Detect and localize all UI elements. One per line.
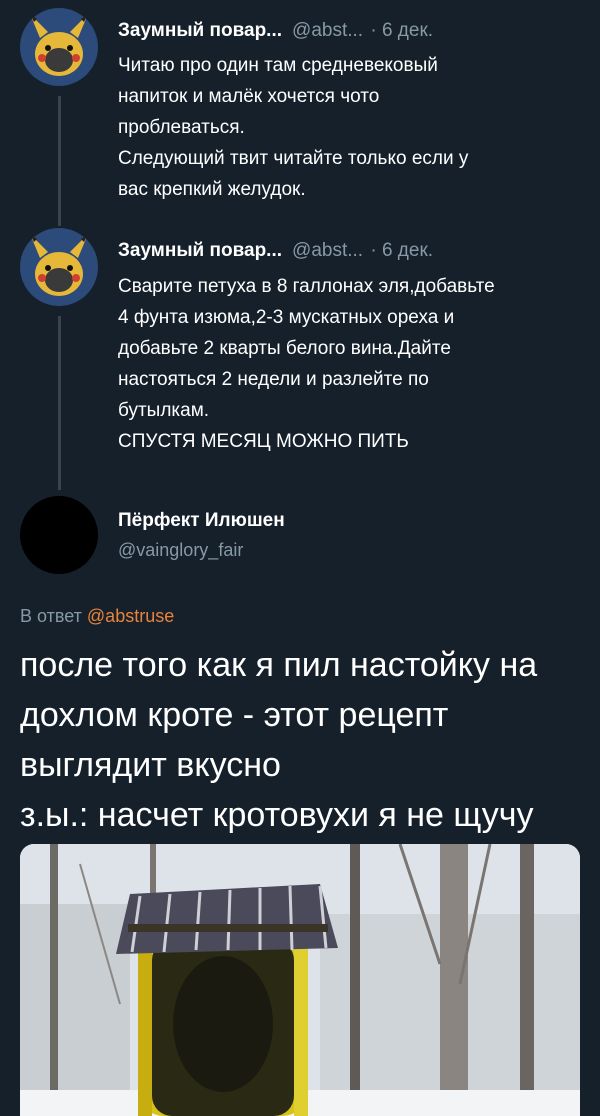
tweet-date[interactable]: · 6 дек. [370, 240, 433, 261]
tweet-line: проблеваться. [118, 117, 245, 138]
author-handle[interactable]: @abst... [292, 240, 363, 261]
tweet-line: напиток и малёк хочется чото [118, 86, 380, 107]
tweet-date[interactable]: · 6 дек. [370, 20, 433, 41]
reply-context: В ответ @abstruse [20, 606, 174, 627]
thread-line [58, 96, 61, 226]
tweet-line: СПУСТЯ МЕСЯЦ МОЖНО ПИТЬ [118, 431, 409, 452]
jar-photo[interactable] [20, 844, 580, 1116]
tweet-line: настояться 2 недели и разлейте по [118, 369, 429, 390]
tweet-line: Читаю про один там средневековый [118, 55, 438, 76]
tweet-line: добавьте 2 кварты белого вина.Дайте [118, 338, 451, 359]
tweet-line: 4 фунта изюма,2-3 мускатных ореха и [118, 307, 455, 328]
tweet-header: Заумный повар... @abst... · 6 дек. [118, 20, 433, 42]
author-name[interactable]: Заумный повар... [118, 20, 282, 41]
reply-line: дохлом кроте - этот рецепт [20, 696, 449, 734]
tweet-header: Заумный повар... @abst... · 6 дек. [118, 240, 433, 262]
tweet-text: Читаю про один там средневековый напиток… [118, 50, 578, 205]
tweet-line: Сварите петуха в 8 галлонах эля,добавьте [118, 276, 495, 297]
user-avatar[interactable] [20, 496, 98, 574]
reply-text: после того как я пил настойку на дохлом … [20, 640, 590, 840]
author-handle[interactable]: @abst... [292, 20, 363, 41]
reply-to-link[interactable]: @abstruse [87, 606, 174, 626]
reply-line: з.ы.: насчет кротовухи я не щучу [20, 796, 534, 834]
jar-image [20, 844, 580, 1116]
author-handle[interactable]: @vainglory_fair [118, 540, 243, 561]
reply-line: выглядит вкусно [20, 746, 281, 784]
tweet-text: Сварите петуха в 8 галлонах эля,добавьте… [118, 271, 578, 457]
thread-line [58, 316, 61, 490]
pikachu-avatar[interactable] [20, 228, 98, 306]
reply-line: после того как я пил настойку на [20, 646, 538, 684]
pikachu-avatar[interactable] [20, 8, 98, 86]
tweet-line: вас крепкий желудок. [118, 179, 306, 200]
tweet-line: бутылкам. [118, 400, 210, 421]
author-name[interactable]: Заумный повар... [118, 240, 282, 261]
reply-prefix: В ответ [20, 606, 82, 626]
tweet-line: Следующий твит читайте только если у [118, 148, 469, 169]
reply-header: Пёрфект Илюшен [118, 510, 285, 532]
author-name[interactable]: Пёрфект Илюшен [118, 510, 285, 531]
